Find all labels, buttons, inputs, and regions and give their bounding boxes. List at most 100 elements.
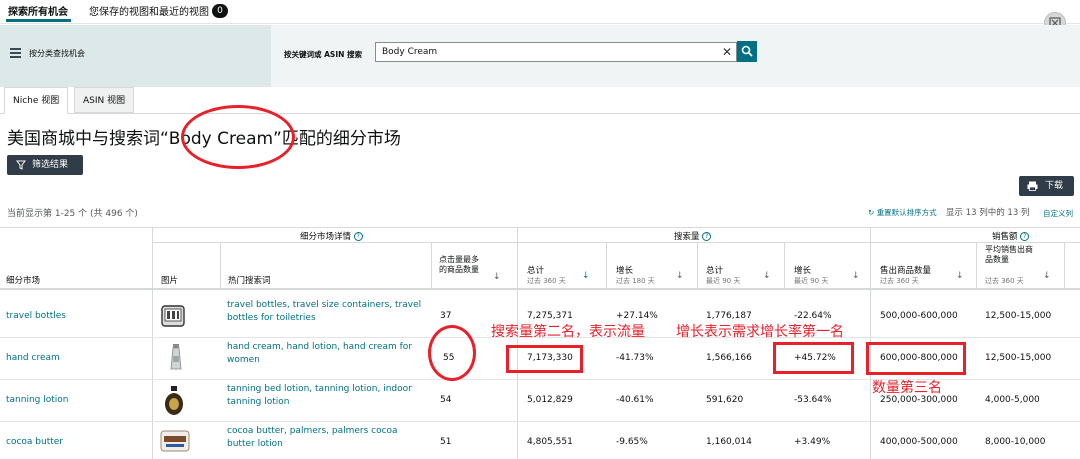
units-sold: 400,000-500,000: [880, 437, 958, 447]
annotation-units-rank: 数量第三名: [872, 380, 942, 396]
search-icon: [741, 45, 753, 57]
filter-results-button[interactable]: 筛选结果: [7, 155, 83, 175]
annotation-box-growth: [773, 342, 854, 374]
header-growth-180[interactable]: 增长: [616, 264, 633, 276]
search-total-360: 5,012,829: [527, 395, 573, 405]
info-icon[interactable]: ?: [1020, 232, 1030, 241]
tab-asin-view[interactable]: ASIN 视图: [74, 87, 135, 113]
header-growth-90-sub: 最近 90 天: [794, 277, 829, 285]
sort-arrow-icon[interactable]: ↓: [852, 271, 860, 281]
tab-explore-all[interactable]: 探索所有机会: [8, 3, 68, 18]
download-button[interactable]: 下载: [1019, 176, 1074, 196]
search-total-360: 7,275,371: [527, 311, 573, 321]
column-divider: [220, 242, 221, 290]
search-growth-180: -40.61%: [616, 395, 654, 405]
custom-columns-link[interactable]: 自定义列: [1043, 208, 1073, 219]
hot-terms[interactable]: travel bottles, travel size containers, …: [227, 299, 422, 325]
header-hot-terms: 热门搜索词: [228, 276, 271, 286]
header-top-clicked[interactable]: 点击量最多的商品数量: [439, 255, 485, 275]
refresh-icon: ↻: [868, 208, 875, 217]
sort-arrow-icon[interactable]: ↓: [582, 271, 590, 281]
search-band: 按分类查找机会 按关键词或 ASIN 搜索 ✕: [0, 25, 1080, 87]
column-divider: [431, 242, 432, 290]
column-divider: [517, 227, 518, 459]
group-header-sales: 销售额 ?: [992, 230, 1030, 242]
search-total-360: 4,805,551: [527, 437, 573, 447]
annotation-box-search: [506, 345, 583, 373]
group-sales-label: 销售额: [992, 232, 1018, 242]
header-growth-90[interactable]: 增长: [794, 264, 811, 276]
info-icon[interactable]: ?: [702, 232, 712, 241]
hot-terms[interactable]: hand cream, hand lotion, hand cream for …: [227, 341, 422, 367]
search-growth-90: -22.64%: [794, 311, 832, 321]
search-growth-180: -9.65%: [616, 437, 648, 447]
header-total-360[interactable]: 总计: [527, 264, 544, 276]
columns-count: 显示 13 列中的 13 列: [946, 208, 1030, 218]
group-details-label: 细分市场详情: [300, 232, 352, 242]
cocoa-butter-product-image[interactable]: [160, 429, 190, 453]
annotation-circle-clicked: [428, 325, 476, 381]
view-tabs: Niche 视图 ASIN 视图: [0, 87, 1080, 114]
tab-saved-views[interactable]: 您保存的视图和最近的视图: [89, 3, 209, 18]
search-input[interactable]: [375, 42, 737, 62]
travel-bottles-product-image[interactable]: [160, 303, 186, 329]
annotation-circle-keyword: [181, 105, 295, 169]
hot-terms[interactable]: cocoa butter, palmers, palmers cocoa but…: [227, 425, 422, 451]
niche-link[interactable]: tanning lotion: [6, 395, 68, 405]
column-divider: [1064, 242, 1065, 290]
niche-link[interactable]: travel bottles: [6, 311, 66, 321]
sort-arrow-icon[interactable]: ↓: [1043, 271, 1051, 281]
saved-count-badge: 0: [212, 4, 228, 18]
avg-units: 12,500-15,000: [985, 311, 1052, 321]
annotation-box-units: [866, 342, 966, 375]
niche-link[interactable]: hand cream: [6, 353, 60, 363]
header-niche[interactable]: 细分市场: [6, 274, 40, 286]
info-icon[interactable]: ?: [353, 232, 363, 241]
header-avg-units-sub: 过去 360 天: [985, 277, 1024, 285]
printer-icon: [1027, 181, 1038, 191]
annotation-search-rank: 搜索量第二名，表示流量: [491, 324, 645, 340]
hot-terms[interactable]: tanning bed lotion, tanning lotion, indo…: [227, 383, 422, 409]
sort-arrow-icon[interactable]: ↓: [956, 271, 964, 281]
category-filter-label[interactable]: 按分类查找机会: [29, 48, 85, 59]
search-button[interactable]: [737, 41, 757, 62]
header-total-90[interactable]: 总计: [706, 264, 723, 276]
hamburger-icon[interactable]: [10, 48, 21, 58]
search-total-90: 591,620: [706, 395, 744, 405]
download-label: 下载: [1045, 181, 1064, 191]
column-divider: [152, 227, 153, 459]
tanning-lotion-product-image[interactable]: [164, 386, 184, 416]
top-clicked-count: 54: [440, 395, 452, 405]
header-units-sold[interactable]: 售出商品数量: [880, 264, 931, 276]
search-total-90: 1,160,014: [706, 437, 752, 447]
column-divider: [697, 242, 698, 290]
row-divider: [0, 421, 1080, 422]
results-count: 当前显示第 1-25 个 (共 496 个): [7, 209, 138, 219]
search-label: 按关键词或 ASIN 搜索: [284, 50, 362, 59]
header-image: 图片: [161, 276, 179, 286]
sort-arrow-icon[interactable]: ↓: [763, 271, 771, 281]
header-units-sold-sub: 过去 360 天: [880, 277, 919, 285]
active-tab-indicator: [6, 19, 71, 22]
sort-arrow-icon[interactable]: ↓: [676, 271, 684, 281]
clear-icon[interactable]: ✕: [722, 45, 732, 59]
avg-units: 12,500-15,000: [985, 353, 1052, 363]
sort-arrow-icon[interactable]: ↓: [493, 272, 501, 282]
top-clicked-count: 37: [440, 311, 452, 321]
header-avg-units[interactable]: 平均销售出商品数量: [985, 245, 1033, 265]
top-bar: 探索所有机会 您保存的视图和最近的视图 0: [0, 0, 1080, 24]
group-header-search: 搜索量 ?: [674, 230, 712, 242]
reset-sort-link[interactable]: ↻ 重置默认排序方式: [868, 207, 937, 218]
top-clicked-count: 51: [440, 437, 452, 447]
column-divider: [976, 242, 977, 290]
group-header-details: 细分市场详情 ?: [300, 230, 363, 242]
hand-cream-product-image[interactable]: [170, 344, 182, 371]
avg-units: 4,000-5,000: [985, 395, 1040, 405]
search-growth-90: +3.49%: [794, 437, 831, 447]
search-growth-90: -53.64%: [794, 395, 832, 405]
search-total-90: 1,776,187: [706, 311, 752, 321]
niche-link[interactable]: cocoa butter: [6, 437, 63, 447]
tab-niche-view[interactable]: Niche 视图: [4, 87, 69, 114]
header-total-90-sub: 最近 90 天: [706, 277, 741, 285]
category-panel: 按分类查找机会: [0, 25, 271, 87]
